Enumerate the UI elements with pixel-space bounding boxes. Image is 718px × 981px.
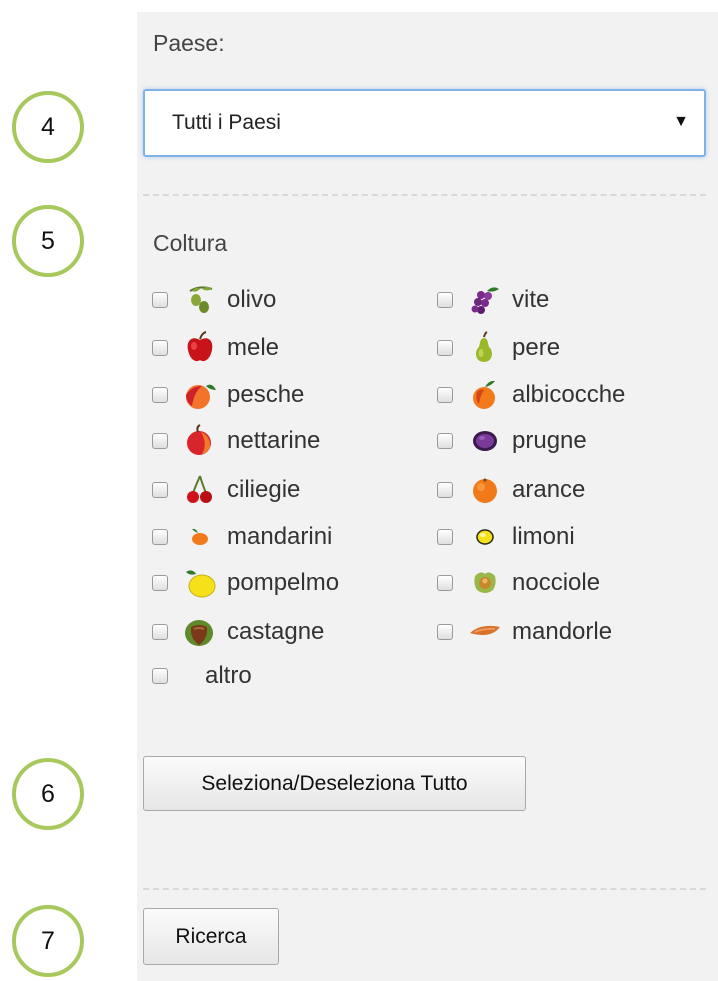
- crop-option-castagne[interactable]: castagne: [152, 612, 324, 652]
- cherry-icon: [182, 473, 218, 507]
- crop-option-mele[interactable]: mele: [152, 328, 279, 368]
- crop-option-label: albicocche: [512, 381, 626, 408]
- crop-option-label: mandarini: [227, 523, 333, 550]
- crop-checkbox[interactable]: [437, 529, 453, 545]
- callout-5: 5: [12, 205, 84, 277]
- crop-option-label: altro: [205, 662, 252, 689]
- crop-option-label: arance: [512, 476, 586, 503]
- crop-option-label: nocciole: [512, 569, 601, 596]
- search-button[interactable]: Ricerca: [143, 908, 279, 965]
- crop-option-olivo[interactable]: olivo: [152, 280, 276, 320]
- crop-option-label: prugne: [512, 427, 587, 454]
- crop-option-arance[interactable]: arance: [437, 470, 585, 510]
- toggle-all-button[interactable]: Seleziona/Deseleziona Tutto: [143, 756, 526, 811]
- crop-checkbox[interactable]: [437, 387, 453, 403]
- almond-icon: [467, 615, 503, 649]
- country-label: Paese:: [153, 30, 225, 56]
- callout-7: 7: [12, 905, 84, 977]
- olive-icon: [182, 283, 218, 317]
- crop-option-label: pesche: [227, 381, 305, 408]
- crop-checkbox[interactable]: [152, 387, 168, 403]
- crop-checkbox[interactable]: [437, 575, 453, 591]
- crop-option-label: castagne: [227, 618, 325, 645]
- crop-option-nocciole[interactable]: nocciole: [437, 563, 600, 603]
- crop-checkbox[interactable]: [152, 624, 168, 640]
- crop-option-label: olivo: [227, 286, 277, 313]
- crop-option-albicocche[interactable]: albicocche: [437, 375, 625, 415]
- crop-option-pesche[interactable]: pesche: [152, 375, 304, 415]
- callout-6: 6: [12, 758, 84, 830]
- crop-option-label: vite: [512, 286, 550, 313]
- crop-option-ciliegie[interactable]: ciliegie: [152, 470, 300, 510]
- crop-option-pompelmo[interactable]: pompelmo: [152, 563, 339, 603]
- crop-checkbox[interactable]: [437, 482, 453, 498]
- peach-icon: [182, 378, 218, 412]
- crop-option-vite[interactable]: vite: [437, 280, 549, 320]
- crop-option-limoni[interactable]: limoni: [437, 517, 575, 557]
- mandarin-icon: [182, 520, 218, 554]
- grapefruit-icon: [182, 566, 218, 600]
- crop-option-label: mandorle: [512, 618, 613, 645]
- callout-4: 4: [12, 91, 84, 163]
- crop-checkbox[interactable]: [152, 433, 168, 449]
- section-divider: [143, 888, 706, 890]
- crop-option-nettarine[interactable]: nettarine: [152, 421, 320, 461]
- crop-checkbox[interactable]: [152, 529, 168, 545]
- crop-option-label: pompelmo: [227, 569, 340, 596]
- crop-checkbox[interactable]: [152, 668, 168, 684]
- crop-option-label: ciliegie: [227, 476, 301, 503]
- crop-option-altro[interactable]: altro: [152, 656, 252, 696]
- nectarine-icon: [182, 424, 218, 458]
- grape-icon: [467, 283, 503, 317]
- crop-checkbox[interactable]: [437, 433, 453, 449]
- plum-icon: [467, 424, 503, 458]
- crop-option-mandorle[interactable]: mandorle: [437, 612, 612, 652]
- crop-checkbox[interactable]: [152, 340, 168, 356]
- dropdown-arrow-icon: ▼: [673, 113, 689, 130]
- crop-option-mandarini[interactable]: mandarini: [152, 517, 332, 557]
- crop-checkbox[interactable]: [152, 292, 168, 308]
- lemon-icon: [467, 520, 503, 554]
- crop-option-label: pere: [512, 334, 561, 361]
- section-divider: [143, 194, 706, 196]
- crop-checkbox[interactable]: [437, 340, 453, 356]
- crop-option-pere[interactable]: pere: [437, 328, 560, 368]
- crop-option-label: nettarine: [227, 427, 321, 454]
- apple-icon: [182, 331, 218, 365]
- apricot-icon: [467, 378, 503, 412]
- crop-option-prugne[interactable]: prugne: [437, 421, 587, 461]
- pear-icon: [467, 331, 503, 365]
- crop-checkbox[interactable]: [437, 624, 453, 640]
- orange-icon: [467, 473, 503, 507]
- crop-checkbox[interactable]: [437, 292, 453, 308]
- crop-spacer: [182, 659, 196, 693]
- crop-checkbox[interactable]: [152, 482, 168, 498]
- crop-label: Coltura: [153, 230, 228, 256]
- crop-checkbox[interactable]: [152, 575, 168, 591]
- country-select-value: Tutti i Paesi: [172, 111, 281, 134]
- hazelnut-icon: [467, 566, 503, 600]
- chestnut-icon: [182, 615, 218, 649]
- crop-option-label: limoni: [512, 523, 575, 550]
- country-select[interactable]: Tutti i Paesi ▼: [143, 89, 706, 157]
- crop-option-label: mele: [227, 334, 280, 361]
